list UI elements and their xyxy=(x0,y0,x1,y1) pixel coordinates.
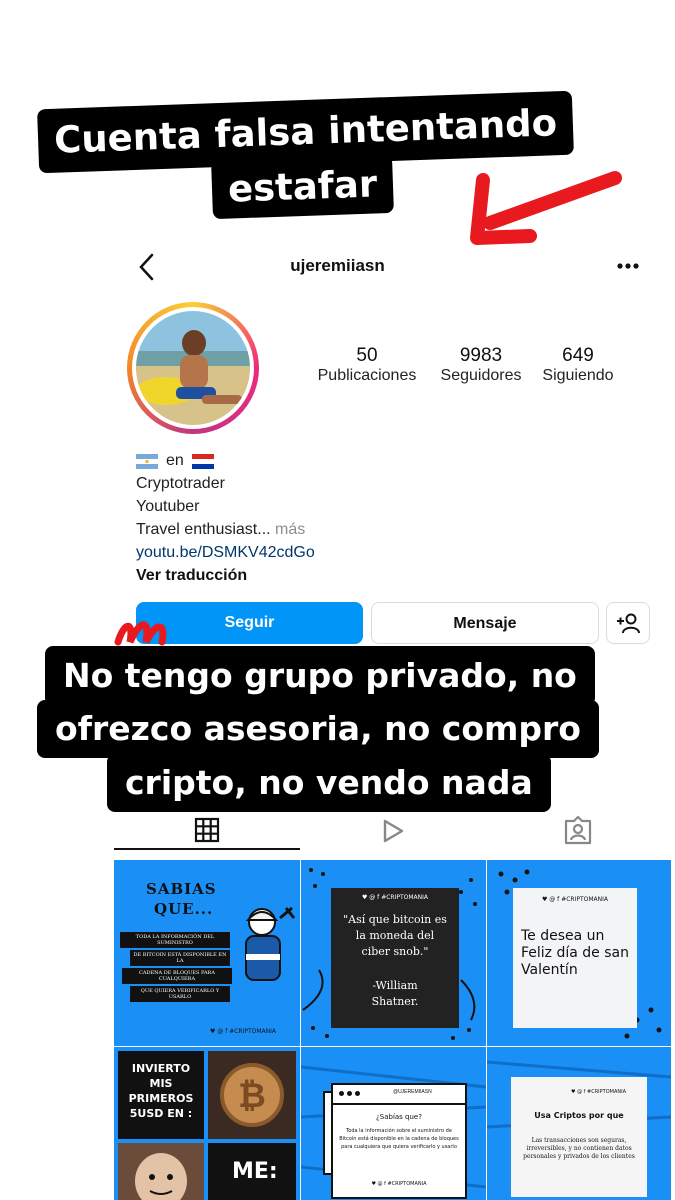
post-tile-1[interactable]: SABIAS QUE... TODA LA INFORMACIÓN DEL SU… xyxy=(114,860,300,1046)
post-6-body: Las transacciones son seguras, irreversi… xyxy=(523,1137,635,1160)
svg-text:₿: ₿ xyxy=(238,1076,266,1116)
meme-face-image xyxy=(118,1143,204,1200)
stat-following-value: 649 xyxy=(562,345,594,366)
stat-following-label: Siguiendo xyxy=(542,367,614,384)
stat-posts-value: 50 xyxy=(356,345,378,366)
bio-line-3: Travel enthusiast... más xyxy=(136,521,305,539)
caption-bottom-line1: No tengo grupo privado, no xyxy=(45,646,595,706)
post-6-brand: ♥ @ f #CRIPTOMANIA xyxy=(571,1089,627,1095)
post-5-title: ¿Sabías que? xyxy=(376,1113,422,1121)
argentina-flag-icon xyxy=(136,453,158,469)
post-4-text: INVIERTO MIS PRIMEROS 5USD EN : xyxy=(128,1062,194,1120)
post-6-title: Usa Criptos por que xyxy=(534,1111,624,1120)
post-3-text: Te desea un Feliz día de san Valentín xyxy=(521,928,629,978)
paraguay-flag-icon xyxy=(191,453,214,469)
post-5-body: Toda la información sobre el suministro … xyxy=(339,1128,459,1150)
avatar-photo xyxy=(136,311,250,425)
see-translation-link[interactable]: Ver traducción xyxy=(136,567,247,585)
stat-followers[interactable]: 9983 Seguidores xyxy=(432,345,530,385)
post-tile-4[interactable]: INVIERTO MIS PRIMEROS 5USD EN : ₿ ME: xyxy=(114,1047,300,1200)
bio-link[interactable]: youtu.be/DSMKV42cdGo xyxy=(136,544,315,562)
bio-line-2: Youtuber xyxy=(136,498,200,515)
red-scribble-mark xyxy=(114,621,167,646)
grid-tab-indicator xyxy=(114,848,300,850)
post-2-quote: "Así que bitcoin es la moneda del ciber … xyxy=(343,913,447,958)
post-1-brand: ♥ @ f #CRIPTOMANIA xyxy=(210,1028,277,1035)
grid-icon[interactable] xyxy=(194,817,220,843)
profile-username: ujeremiiasn xyxy=(290,256,385,275)
post-1-line-4: QUE QUIERA VERIFICARLO Y USARLO xyxy=(130,986,230,1002)
post-2-quote-card: ♥ @ f #CRIPTOMANIA "Así que bitcoin es l… xyxy=(331,888,459,1028)
avatar[interactable] xyxy=(127,302,259,434)
post-1-line-2: DE BITCOIN ESTÁ DISPONIBLE EN LA xyxy=(130,950,230,966)
post-tile-5[interactable]: @UJEREMIIASN ¿Sabías que? Toda la inform… xyxy=(301,1047,486,1200)
bio-flags-connector: en xyxy=(166,452,184,469)
post-1-title-2: QUE... xyxy=(154,900,214,918)
post-5-window: @UJEREMIIASN ¿Sabías que? Toda la inform… xyxy=(331,1083,467,1199)
post-1-line-1: TODA LA INFORMACIÓN DEL SUMINISTRO xyxy=(120,932,230,948)
caption-top-line2: estafar xyxy=(211,154,395,220)
reels-icon[interactable] xyxy=(379,817,407,845)
bio-flags: en xyxy=(136,452,214,470)
red-arrow-icon xyxy=(470,171,622,245)
post-2-brand: ♥ @ f #CRIPTOMANIA xyxy=(361,894,429,901)
post-3-brand: ♥ @ f #CRIPTOMANIA xyxy=(541,896,609,903)
caption-bottom-line2: ofrezco asesoria, no compro xyxy=(37,700,599,758)
post-tile-3[interactable]: ♥ @ f #CRIPTOMANIA Te desea un Feliz día… xyxy=(487,860,671,1046)
post-6-paper: Usa Criptos por que Las transacciones so… xyxy=(511,1077,647,1197)
bitcoin-coin-image: ₿ xyxy=(208,1051,296,1139)
post-4-text-panel: INVIERTO MIS PRIMEROS 5USD EN : xyxy=(118,1051,204,1139)
stat-posts[interactable]: 50 Publicaciones xyxy=(308,345,426,385)
stat-followers-value: 9983 xyxy=(459,345,503,366)
post-tile-2[interactable]: ♥ @ f #CRIPTOMANIA "Así que bitcoin es l… xyxy=(301,860,486,1046)
post-4-me-panel: ME: xyxy=(208,1143,296,1200)
caption-bottom-line3: cripto, no vendo nada xyxy=(107,754,551,812)
post-4-me: ME: xyxy=(232,1159,278,1184)
bio-line-1: Cryptotrader xyxy=(136,475,225,492)
tagged-icon[interactable] xyxy=(563,815,593,845)
post-1-title-1: SABIAS xyxy=(146,880,217,898)
message-button[interactable]: Mensaje xyxy=(371,602,599,644)
stat-following[interactable]: 649 Siguiendo xyxy=(534,345,622,385)
post-tile-6[interactable]: Usa Criptos por que Las transacciones so… xyxy=(487,1047,671,1200)
bio-line-3-text: Travel enthusiast... xyxy=(136,521,271,538)
miner-illustration xyxy=(245,906,296,981)
post-1-line-3: CADENA DE BLOQUES PARA CUALQUIERA xyxy=(122,968,232,984)
suggested-users-button[interactable] xyxy=(606,602,650,644)
add-user-icon xyxy=(617,613,640,634)
post-5-window-bar: @UJEREMIIASN xyxy=(333,1085,465,1105)
more-options-icon[interactable] xyxy=(616,262,640,270)
post-2-author: -William Shatner. xyxy=(371,979,419,1008)
bio-more-link[interactable]: más xyxy=(275,521,305,538)
post-5-brand: ♥ @ f #CRIPTOMANIA xyxy=(371,1181,427,1187)
post-3-card: ♥ @ f #CRIPTOMANIA Te desea un Feliz día… xyxy=(513,888,637,1028)
stat-followers-label: Seguidores xyxy=(440,367,522,384)
post-5-handle: @UJEREMIIASN xyxy=(393,1089,432,1095)
stat-posts-label: Publicaciones xyxy=(317,367,417,384)
